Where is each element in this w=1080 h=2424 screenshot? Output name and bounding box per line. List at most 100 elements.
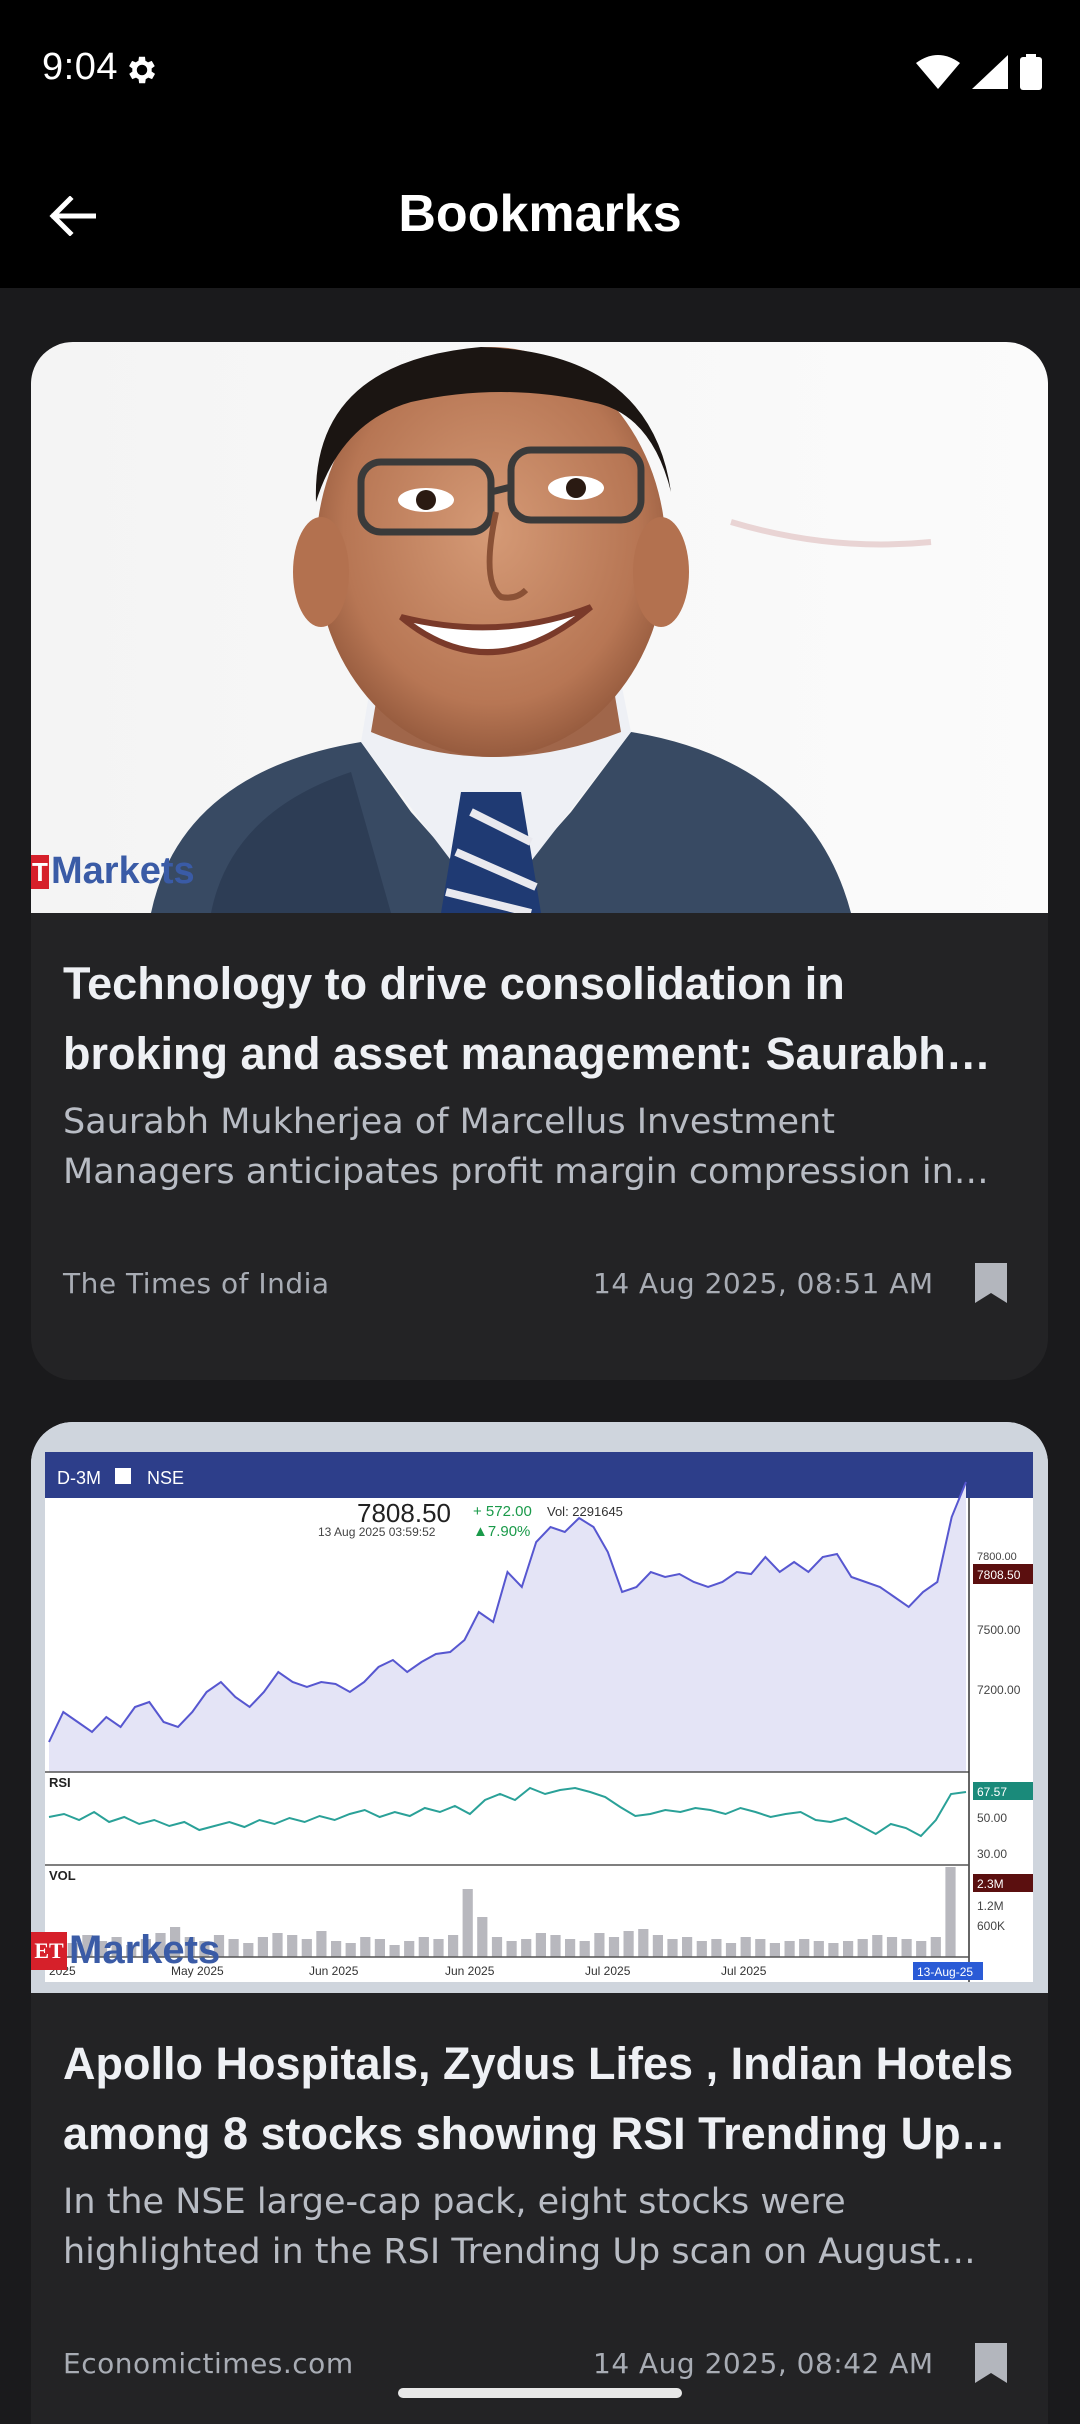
- volume-bar: [404, 1941, 415, 1957]
- y-tick: 7800.00: [977, 1551, 1017, 1563]
- volume-bar: [462, 1889, 473, 1957]
- article-card[interactable]: D-3M NSE 7808.50 13 Aug 2025 03:59:52 + …: [31, 1422, 1048, 2424]
- rsi-label: RSI: [49, 1775, 71, 1790]
- volume-bar: [477, 1917, 488, 1957]
- volume-bar: [652, 1935, 663, 1957]
- article-meta: The Times of India 14 Aug 2025, 08:51 AM: [63, 1255, 1016, 1315]
- article-date: 14 Aug 2025, 08:42 AM: [593, 2347, 934, 2380]
- price-tag: 7808.50: [977, 1568, 1021, 1582]
- volume-bar: [521, 1939, 532, 1957]
- rsi-tick: 30.00: [977, 1847, 1007, 1861]
- volume-bar: [945, 1867, 956, 1957]
- volume-bar: [272, 1933, 283, 1957]
- volume-bar: [506, 1941, 517, 1957]
- volume-bar: [813, 1941, 824, 1957]
- et-markets-logo: T Markets: [31, 850, 195, 892]
- portrait-photo: [31, 342, 1048, 913]
- chart-range-label: D-3M: [57, 1468, 101, 1488]
- article-body: Apollo Hospitals, Zydus Lifes , Indian H…: [31, 1993, 1048, 2395]
- article-image: D-3M NSE 7808.50 13 Aug 2025 03:59:52 + …: [31, 1422, 1048, 1993]
- volume-bar: [769, 1943, 780, 1957]
- volume-bar: [799, 1939, 810, 1957]
- volume-bar: [448, 1935, 459, 1957]
- volume-bar: [360, 1937, 371, 1957]
- volume-bar: [345, 1943, 356, 1957]
- volume-bar: [418, 1937, 429, 1957]
- volume-bar: [316, 1931, 327, 1957]
- volume-bar: [287, 1935, 298, 1957]
- volume-bar: [389, 1945, 400, 1957]
- volume-bar: [930, 1937, 941, 1957]
- article-date: 14 Aug 2025, 08:51 AM: [593, 1267, 934, 1300]
- volume-bar: [828, 1943, 839, 1957]
- home-indicator[interactable]: [398, 2388, 682, 2398]
- volume-bar: [301, 1939, 312, 1957]
- volume-bar: [886, 1937, 898, 1957]
- article-meta: Economictimes.com 14 Aug 2025, 08:42 AM: [63, 2335, 1016, 2395]
- bookmark-button[interactable]: [963, 1255, 1019, 1311]
- et-markets-logo: ET Markets: [31, 1928, 220, 1973]
- volume-bar: [228, 1939, 239, 1957]
- volume-bar: [535, 1933, 546, 1957]
- chart-change: + 572.00: [473, 1503, 532, 1520]
- y-tick: 7500.00: [977, 1623, 1021, 1637]
- volume-bar: [857, 1939, 868, 1957]
- volume-bar: [243, 1943, 254, 1957]
- gear-icon: [129, 56, 156, 84]
- volume-bar: [433, 1939, 444, 1957]
- article-image: T Markets: [31, 342, 1048, 913]
- screen: 9:04 Bookmarks T Markets Technology to d…: [0, 0, 1080, 2424]
- bookmark-filled-icon: [975, 1263, 1007, 1303]
- article-description: Saurabh Mukherjea of Marcellus Investmen…: [63, 1102, 954, 1192]
- article-body: Technology to drive consolidation in bro…: [31, 913, 1048, 1315]
- article-description: In the NSE large-cap pack, eight stocks …: [63, 2182, 941, 2272]
- chart-type-icon: [115, 1468, 131, 1484]
- volume-bar: [711, 1939, 722, 1957]
- volume-bar: [901, 1939, 912, 1957]
- x-label: Jul 2025: [585, 1964, 631, 1978]
- x-label: Jul 2025: [721, 1964, 767, 1978]
- status-time: 9:04: [42, 46, 118, 88]
- battery-icon: [1020, 54, 1042, 90]
- vol-label: VOL: [49, 1868, 76, 1883]
- status-icons: [916, 52, 1042, 92]
- article-source: Economictimes.com: [63, 2347, 354, 2380]
- page-title: Bookmarks: [398, 185, 682, 243]
- vol-tag: 2.3M: [977, 1877, 1004, 1891]
- article-card[interactable]: T Markets Technology to drive consolidat…: [31, 342, 1048, 1380]
- volume-bar: [755, 1939, 766, 1957]
- volume-bar: [374, 1939, 385, 1957]
- volume-bar: [872, 1935, 883, 1957]
- volume-bar: [608, 1937, 620, 1957]
- volume-bar: [682, 1937, 693, 1957]
- volume-bar: [594, 1933, 605, 1957]
- volume-bar: [696, 1941, 707, 1957]
- x-label: Jun 2025: [445, 1964, 495, 1978]
- volume-bar: [550, 1935, 561, 1957]
- rsi-tick: 50.00: [977, 1811, 1007, 1825]
- y-tick: 7200.00: [977, 1683, 1021, 1697]
- bookmark-button[interactable]: [963, 2335, 1019, 2391]
- volume-bar: [916, 1941, 927, 1957]
- wifi-icon: [916, 55, 960, 89]
- vol-tick: 600K: [977, 1919, 1005, 1933]
- article-title[interactable]: Apollo Hospitals, Zydus Lifes , Indian H…: [63, 2029, 1016, 2169]
- chart-price: 7808.50: [357, 1498, 451, 1528]
- x-tag: 13-Aug-25: [917, 1965, 973, 1979]
- stock-chart-thumbnail: D-3M NSE 7808.50 13 Aug 2025 03:59:52 + …: [31, 1422, 1048, 1993]
- volume-bar: [257, 1937, 268, 1957]
- chart-change-pct: ▲7.90%: [473, 1523, 530, 1540]
- volume-bar: [725, 1943, 737, 1957]
- status-bar: 9:04: [0, 0, 1080, 140]
- chart-timestamp: 13 Aug 2025 03:59:52: [318, 1525, 436, 1539]
- volume-bar: [565, 1939, 576, 1957]
- rsi-tag: 67.57: [977, 1785, 1007, 1799]
- volume-bar: [638, 1929, 649, 1957]
- volume-bar: [784, 1941, 795, 1957]
- article-title[interactable]: Technology to drive consolidation in bro…: [63, 949, 1016, 1089]
- article-source: The Times of India: [63, 1267, 330, 1300]
- volume-bar: [740, 1937, 751, 1957]
- volume-bar: [623, 1931, 634, 1957]
- volume-bar: [667, 1939, 678, 1957]
- volume-bar: [491, 1937, 503, 1957]
